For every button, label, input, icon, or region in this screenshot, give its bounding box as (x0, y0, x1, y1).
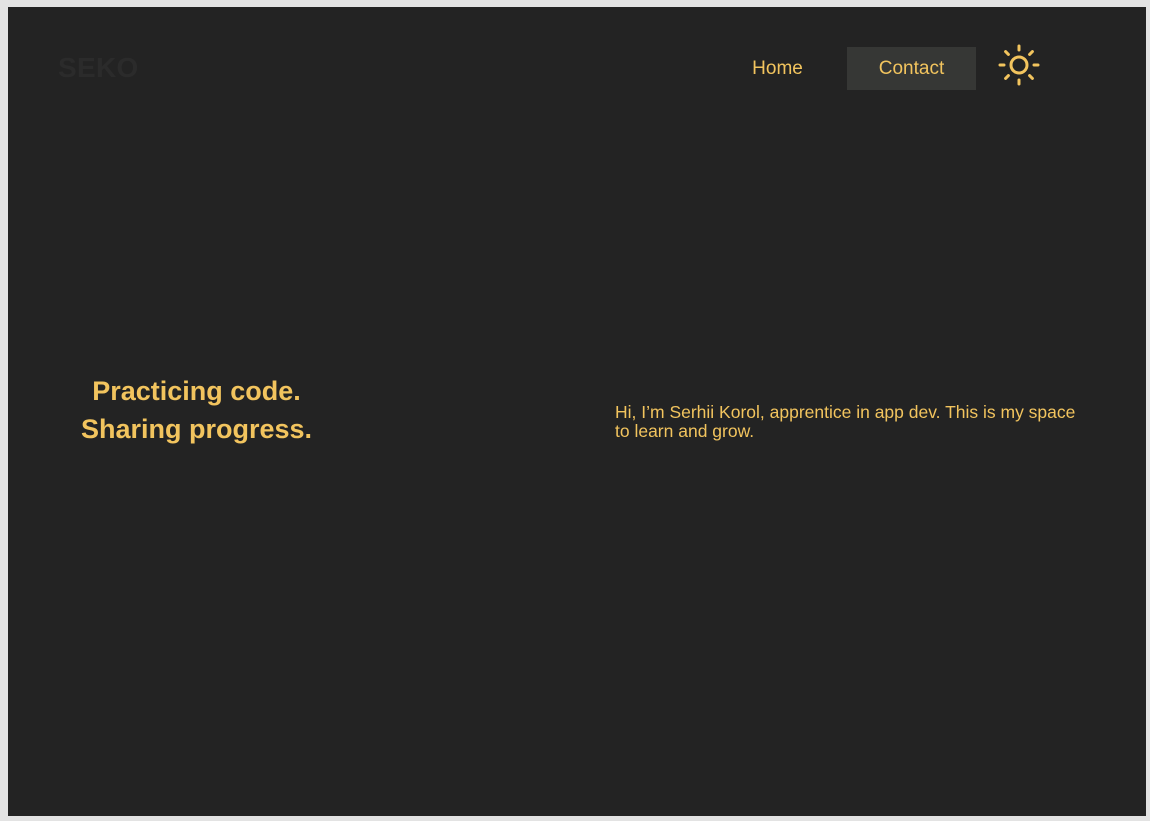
nav-contact-link[interactable]: Contact (847, 47, 976, 90)
hero-title: Practicing code. Sharing progress. (58, 372, 335, 448)
main-nav: Home Contact (723, 47, 976, 90)
sun-icon (998, 44, 1040, 86)
theme-toggle-button[interactable] (998, 44, 1040, 86)
intro-text: Hi, I’m Serhii Korol, apprentice in app … (615, 402, 1076, 441)
site-logo[interactable]: SEKO (58, 52, 139, 84)
hero-title-line-2: Sharing progress. (80, 414, 313, 444)
page: SEKO Home Contact Practicing code. Shari… (8, 7, 1146, 816)
hero-title-line-1: Practicing code. (92, 376, 301, 406)
nav-home-link[interactable]: Home (723, 47, 832, 90)
